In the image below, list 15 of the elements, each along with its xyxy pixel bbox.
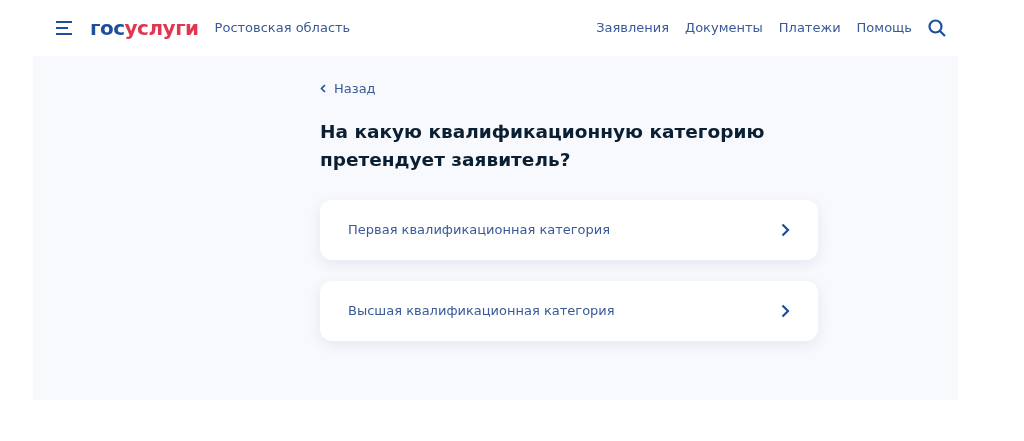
region-selector[interactable]: Ростовская область — [214, 18, 351, 38]
menu-icon[interactable] — [56, 21, 74, 35]
nav-link[interactable]: Документы — [685, 18, 763, 38]
nav-link[interactable]: Заявления — [596, 18, 669, 38]
option-button[interactable]: Первая квалификационная категория — [320, 200, 818, 260]
logo[interactable]: госуслуги — [90, 13, 199, 43]
question-heading: На какую квалификационную категорию претендует заявитель? — [320, 120, 766, 172]
search-icon[interactable] — [928, 19, 946, 37]
back-link[interactable]: Назад — [320, 78, 376, 99]
option-button[interactable]: Высшая квалификационная категория — [320, 281, 818, 341]
chevron-right-icon — [781, 223, 790, 237]
nav-link[interactable]: Помощь — [856, 18, 912, 38]
nav-link[interactable]: Платежи — [778, 18, 841, 38]
chevron-left-icon — [320, 84, 326, 93]
chevron-right-icon — [781, 304, 790, 318]
